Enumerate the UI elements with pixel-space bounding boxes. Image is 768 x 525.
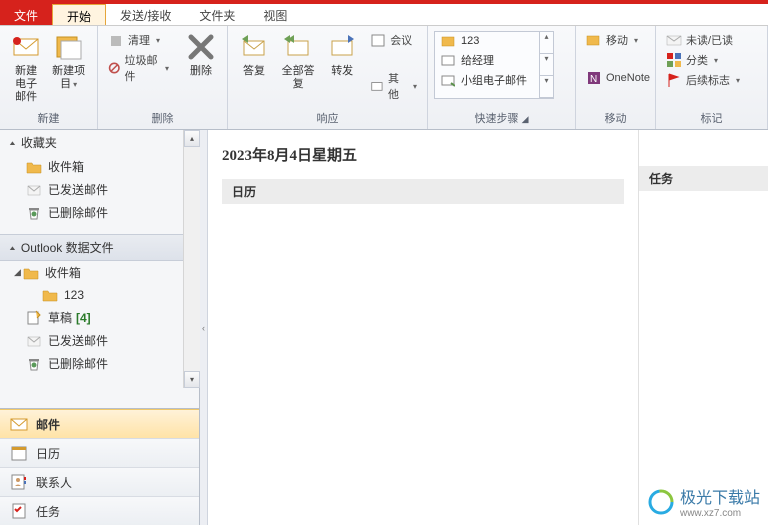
fav-inbox[interactable]: 收件箱: [0, 155, 199, 178]
folder-move-icon: [441, 34, 455, 48]
categorize-button[interactable]: 分类▾: [662, 51, 744, 69]
qs-item-123[interactable]: 123: [435, 32, 539, 50]
tasks-section: 任务: [639, 166, 768, 191]
trash-icon: [26, 205, 42, 221]
tree-drafts[interactable]: 草稿[4]: [0, 306, 199, 329]
folder-icon: [23, 265, 39, 281]
folder-icon: [26, 159, 42, 175]
tab-folder[interactable]: 文件夹: [185, 4, 249, 25]
group-quicksteps-label: 快速步骤 ◢: [434, 108, 569, 129]
tab-file[interactable]: 文件: [0, 4, 52, 25]
account-header[interactable]: ▲Outlook 数据文件: [0, 234, 199, 261]
folder-items-icon: [53, 31, 85, 63]
forward-small-icon: [441, 53, 455, 67]
categories-icon: [666, 52, 682, 68]
new-mail-button[interactable]: 新建 电子邮件: [6, 29, 46, 106]
folder-icon: [42, 287, 58, 303]
trash-icon: [26, 356, 42, 372]
reply-all-icon: [282, 31, 314, 63]
nav-mail[interactable]: 邮件: [0, 409, 199, 438]
ribbon-tabs: 文件 开始 发送/接收 文件夹 视图: [0, 4, 768, 26]
meeting-button[interactable]: 会议: [366, 31, 421, 49]
clean-icon: [108, 32, 124, 48]
new-item-button[interactable]: 新建项目▾: [46, 29, 91, 93]
tab-view[interactable]: 视图: [249, 4, 301, 25]
tab-home[interactable]: 开始: [52, 4, 106, 25]
watermark: 极光下载站 www.xz7.com: [648, 484, 760, 519]
calendar-icon: [10, 444, 28, 462]
tree-sent[interactable]: 已发送邮件: [0, 329, 199, 352]
calendar-section: 日历: [222, 179, 624, 204]
fav-sent[interactable]: 已发送邮件: [0, 178, 199, 201]
other-icon: [370, 78, 384, 94]
content-area: 2023年8月4日星期五 日历 任务 极光下载站 www.xz7.com: [208, 130, 768, 525]
cleanup-button[interactable]: 清理▾: [104, 31, 173, 49]
meeting-icon: [370, 32, 386, 48]
delete-x-icon: [185, 31, 217, 63]
qs-scroll[interactable]: ▴▾▾: [539, 32, 553, 98]
group-move-label: 移动: [582, 108, 649, 129]
nav-contacts[interactable]: 联系人: [0, 467, 199, 496]
nav-tasks[interactable]: 任务: [0, 496, 199, 525]
svg-text:N: N: [590, 74, 597, 85]
ribbon: 新建 电子邮件 新建项目▾ 新建 清理▾ 垃圾邮件▾ 删除 删除: [0, 26, 768, 130]
junk-icon: [108, 60, 121, 76]
reply-button[interactable]: 答复: [234, 29, 274, 80]
date-header: 2023年8月4日星期五: [222, 140, 624, 173]
group-delete-label: 删除: [104, 108, 221, 129]
other-respond-button[interactable]: 其他▾: [366, 69, 421, 103]
mail-icon: [10, 31, 42, 63]
followup-button[interactable]: 后续标志▾: [662, 71, 744, 89]
reply-icon: [238, 31, 270, 63]
qs-item-team[interactable]: 小组电子邮件: [435, 70, 539, 90]
nav-calendar[interactable]: 日历: [0, 438, 199, 467]
sent-icon: [26, 333, 42, 349]
forward-icon: [326, 31, 358, 63]
move-button[interactable]: 移动▾: [582, 31, 654, 49]
group-tags-label: 标记: [662, 108, 761, 129]
navigation-pane: ▲收藏夹 收件箱 已发送邮件 已删除邮件 ▲Outlook 数据文件 ◢收件箱 …: [0, 130, 200, 525]
tree-deleted[interactable]: 已删除邮件: [0, 352, 199, 375]
move-folder-icon: [586, 32, 602, 48]
onenote-icon: N: [586, 70, 602, 86]
sidebar-collapse[interactable]: ‹: [200, 130, 208, 525]
favorites-header[interactable]: ▲收藏夹: [0, 130, 199, 155]
contacts-icon: [10, 473, 28, 491]
quicksteps-gallery[interactable]: 123 给经理 小组电子邮件 ▴▾▾: [434, 31, 554, 99]
envelope-icon: [666, 32, 682, 48]
watermark-logo-icon: [648, 489, 674, 515]
reply-all-button[interactable]: 全部答复: [274, 29, 322, 93]
delete-button[interactable]: 删除: [181, 29, 221, 80]
junk-button[interactable]: 垃圾邮件▾: [104, 51, 173, 85]
qs-item-manager[interactable]: 给经理: [435, 50, 539, 70]
sidebar-scrollbar[interactable]: ▴ ▾: [183, 130, 200, 388]
forward-button[interactable]: 转发: [322, 29, 362, 80]
group-respond-label: 响应: [234, 108, 421, 129]
fav-deleted[interactable]: 已删除邮件: [0, 201, 199, 224]
team-mail-icon: [441, 73, 455, 87]
tree-inbox[interactable]: ◢收件箱: [0, 261, 199, 284]
tab-sendrecv[interactable]: 发送/接收: [106, 4, 185, 25]
unread-button[interactable]: 未读/已读: [662, 31, 744, 49]
sent-icon: [26, 182, 42, 198]
flag-icon: [666, 72, 682, 88]
group-new-label: 新建: [6, 108, 91, 129]
mail-icon: [10, 415, 28, 433]
onenote-button[interactable]: NOneNote: [582, 69, 654, 87]
tasks-icon: [10, 502, 28, 520]
tree-folder-123[interactable]: 123: [0, 284, 199, 306]
drafts-icon: [26, 310, 42, 326]
